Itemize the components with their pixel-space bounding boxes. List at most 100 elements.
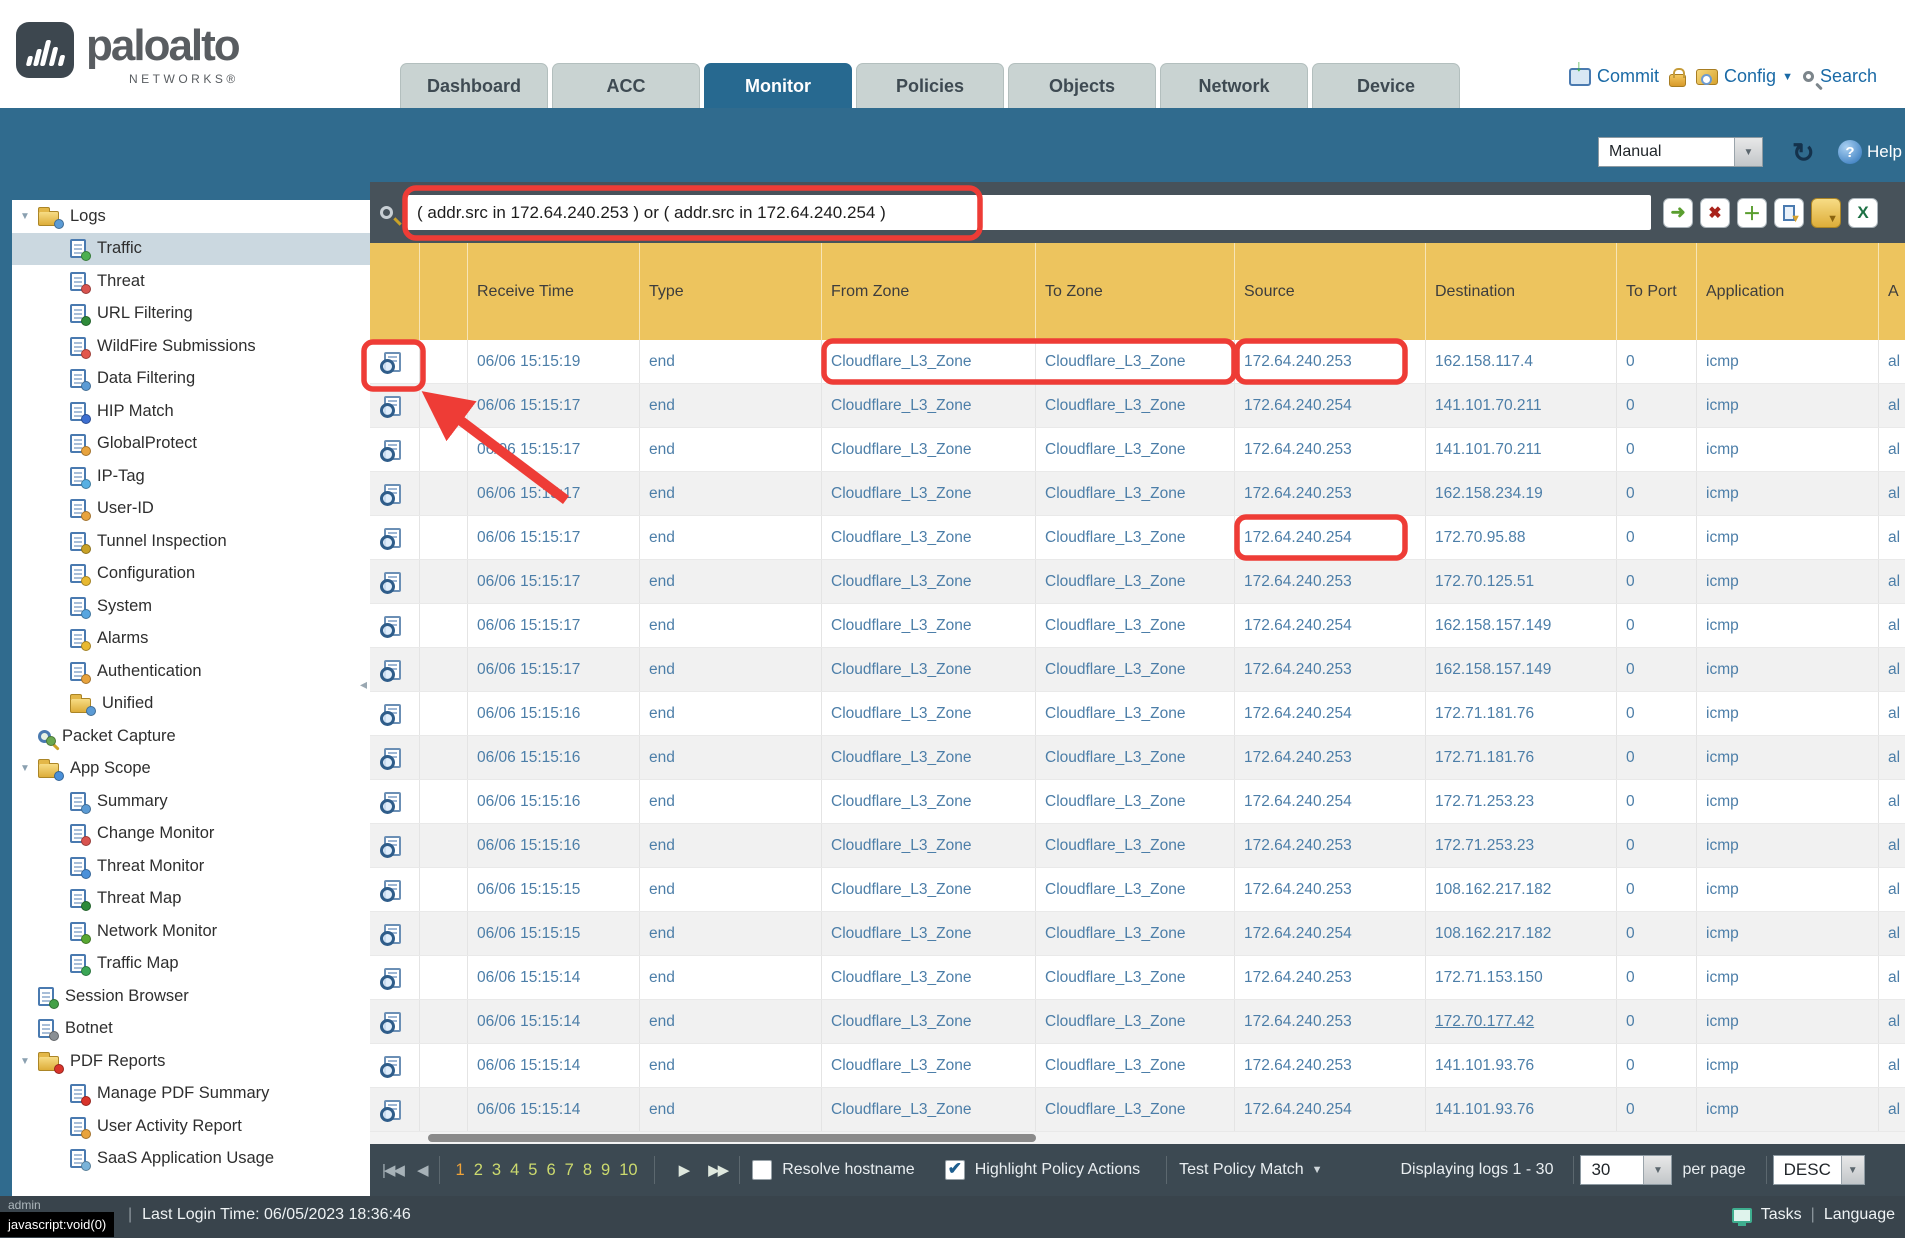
cell-to-zone-value[interactable]: Cloudflare_L3_Zone bbox=[1045, 749, 1185, 767]
cell-source[interactable]: 172.64.240.253 bbox=[1235, 956, 1426, 999]
prev-page-button[interactable]: ◀ bbox=[417, 1161, 427, 1179]
cell-to-zone[interactable]: Cloudflare_L3_Zone bbox=[1036, 736, 1235, 779]
cell-from-zone-value[interactable]: Cloudflare_L3_Zone bbox=[831, 529, 971, 547]
table-row[interactable]: 06/06 15:15:17endCloudflare_L3_ZoneCloud… bbox=[370, 428, 1905, 472]
sidebar-item-authentication[interactable]: Authentication bbox=[12, 655, 370, 688]
log-detail-magnifier-icon[interactable] bbox=[384, 792, 401, 812]
cell-destination[interactable]: 141.101.93.76 bbox=[1426, 1088, 1617, 1131]
tasks-button[interactable]: Tasks bbox=[1761, 1206, 1802, 1224]
cell-destination-value[interactable]: 162.158.117.4 bbox=[1435, 353, 1533, 371]
cell-destination-value[interactable]: 172.70.177.42 bbox=[1435, 1013, 1534, 1031]
tab-policies[interactable]: Policies bbox=[856, 63, 1004, 108]
cell-from-zone-value[interactable]: Cloudflare_L3_Zone bbox=[831, 397, 971, 415]
cell-source[interactable]: 172.64.240.253 bbox=[1235, 1000, 1426, 1043]
sidebar-item-saas-application-usage[interactable]: SaaS Application Usage bbox=[12, 1143, 370, 1176]
table-row[interactable]: 06/06 15:15:16endCloudflare_L3_ZoneCloud… bbox=[370, 736, 1905, 780]
cell-source[interactable]: 172.64.240.254 bbox=[1235, 516, 1426, 559]
cell-to-zone-value[interactable]: Cloudflare_L3_Zone bbox=[1045, 485, 1185, 503]
clear-filter-button[interactable]: ✖ bbox=[1700, 198, 1730, 228]
sidebar-item-manage-pdf-summary[interactable]: Manage PDF Summary bbox=[12, 1078, 370, 1111]
cell-to-zone[interactable]: Cloudflare_L3_Zone bbox=[1036, 560, 1235, 603]
cell-source-value[interactable]: 172.64.240.253 bbox=[1244, 573, 1352, 591]
cell-to-zone[interactable]: Cloudflare_L3_Zone bbox=[1036, 472, 1235, 515]
tab-acc[interactable]: ACC bbox=[552, 63, 700, 108]
cell-from-zone[interactable]: Cloudflare_L3_Zone bbox=[822, 868, 1036, 911]
column-header-source[interactable]: Source bbox=[1235, 243, 1426, 340]
cell-to-zone[interactable]: Cloudflare_L3_Zone bbox=[1036, 1044, 1235, 1087]
cell-destination-value[interactable]: 108.162.217.182 bbox=[1435, 925, 1551, 943]
sidebar-item-summary[interactable]: Summary bbox=[12, 785, 370, 818]
sidebar-item-unified[interactable]: Unified bbox=[12, 688, 370, 721]
cell-destination-value[interactable]: 172.71.253.23 bbox=[1435, 837, 1534, 855]
cell-destination-value[interactable]: 172.71.253.23 bbox=[1435, 793, 1534, 811]
page-number-5[interactable]: 5 bbox=[528, 1161, 537, 1180]
first-page-button[interactable]: |◀◀ bbox=[382, 1161, 403, 1179]
cell-destination-value[interactable]: 141.101.70.211 bbox=[1435, 397, 1542, 415]
tab-monitor[interactable]: Monitor bbox=[704, 63, 852, 108]
cell-from-zone[interactable]: Cloudflare_L3_Zone bbox=[822, 1000, 1036, 1043]
search-button[interactable]: Search bbox=[1803, 66, 1877, 87]
log-detail-magnifier-icon[interactable] bbox=[384, 968, 401, 988]
test-policy-match-button[interactable]: Test Policy Match ▼ bbox=[1179, 1161, 1322, 1179]
cell-from-zone-value[interactable]: Cloudflare_L3_Zone bbox=[831, 705, 971, 723]
sidebar-item-pdf-reports[interactable]: ▼PDF Reports bbox=[12, 1045, 370, 1078]
cell-to-zone[interactable]: Cloudflare_L3_Zone bbox=[1036, 604, 1235, 647]
cell-source[interactable]: 172.64.240.253 bbox=[1235, 648, 1426, 691]
log-detail-magnifier-icon[interactable] bbox=[384, 1100, 401, 1120]
cell-source-value[interactable]: 172.64.240.253 bbox=[1244, 1057, 1352, 1075]
cell-destination[interactable]: 172.71.253.23 bbox=[1426, 780, 1617, 823]
sidebar-item-botnet[interactable]: Botnet bbox=[12, 1013, 370, 1046]
cell-from-zone[interactable]: Cloudflare_L3_Zone bbox=[822, 428, 1036, 471]
log-detail-magnifier-icon[interactable] bbox=[384, 572, 401, 592]
table-row[interactable]: 06/06 15:15:14endCloudflare_L3_ZoneCloud… bbox=[370, 956, 1905, 1000]
column-header-to-zone[interactable]: To Zone bbox=[1036, 243, 1235, 340]
cell-source-value[interactable]: 172.64.240.253 bbox=[1244, 837, 1352, 855]
cell-source-value[interactable]: 172.64.240.254 bbox=[1244, 617, 1352, 635]
cell-source-value[interactable]: 172.64.240.254 bbox=[1244, 529, 1352, 547]
cell-from-zone-value[interactable]: Cloudflare_L3_Zone bbox=[831, 793, 971, 811]
cell-source-value[interactable]: 172.64.240.254 bbox=[1244, 705, 1352, 723]
cell-to-zone-value[interactable]: Cloudflare_L3_Zone bbox=[1045, 793, 1185, 811]
per-page-select[interactable]: 30 ▼ bbox=[1580, 1155, 1672, 1185]
sidebar-item-logs[interactable]: ▼Logs bbox=[12, 200, 370, 233]
sidebar-item-traffic-map[interactable]: Traffic Map bbox=[12, 948, 370, 981]
cell-source[interactable]: 172.64.240.253 bbox=[1235, 340, 1426, 383]
table-row[interactable]: 06/06 15:15:17endCloudflare_L3_ZoneCloud… bbox=[370, 384, 1905, 428]
tab-dashboard[interactable]: Dashboard bbox=[400, 63, 548, 108]
cell-destination-value[interactable]: 141.101.70.211 bbox=[1435, 441, 1542, 459]
column-header-a[interactable]: A bbox=[1879, 243, 1905, 340]
table-row[interactable]: 06/06 15:15:15endCloudflare_L3_ZoneCloud… bbox=[370, 912, 1905, 956]
page-number-7[interactable]: 7 bbox=[565, 1161, 574, 1180]
table-row[interactable]: 06/06 15:15:16endCloudflare_L3_ZoneCloud… bbox=[370, 780, 1905, 824]
cell-destination-value[interactable]: 162.158.157.149 bbox=[1435, 661, 1551, 679]
cell-destination[interactable]: 172.71.153.150 bbox=[1426, 956, 1617, 999]
cell-source[interactable]: 172.64.240.253 bbox=[1235, 428, 1426, 471]
cell-from-zone-value[interactable]: Cloudflare_L3_Zone bbox=[831, 661, 971, 679]
add-filter-button[interactable]: ＋ bbox=[1737, 198, 1767, 228]
cell-source-value[interactable]: 172.64.240.253 bbox=[1244, 353, 1352, 371]
cell-from-zone[interactable]: Cloudflare_L3_Zone bbox=[822, 824, 1036, 867]
cell-source[interactable]: 172.64.240.253 bbox=[1235, 1044, 1426, 1087]
page-number-8[interactable]: 8 bbox=[583, 1161, 592, 1180]
cell-to-zone-value[interactable]: Cloudflare_L3_Zone bbox=[1045, 1013, 1185, 1031]
table-row[interactable]: 06/06 15:15:14endCloudflare_L3_ZoneCloud… bbox=[370, 1088, 1905, 1132]
cell-source-value[interactable]: 172.64.240.253 bbox=[1244, 661, 1352, 679]
cell-from-zone[interactable]: Cloudflare_L3_Zone bbox=[822, 956, 1036, 999]
sidebar-item-change-monitor[interactable]: Change Monitor bbox=[12, 818, 370, 851]
log-detail-magnifier-icon[interactable] bbox=[384, 440, 401, 460]
apply-filter-button[interactable]: ➜ bbox=[1663, 198, 1693, 228]
column-header-to-port[interactable]: To Port bbox=[1617, 243, 1697, 340]
lock-icon[interactable] bbox=[1669, 74, 1686, 87]
cell-to-zone-value[interactable]: Cloudflare_L3_Zone bbox=[1045, 617, 1185, 635]
cell-from-zone-value[interactable]: Cloudflare_L3_Zone bbox=[831, 441, 971, 459]
sidebar-item-traffic[interactable]: Traffic bbox=[12, 233, 370, 266]
cell-destination-value[interactable]: 108.162.217.182 bbox=[1435, 881, 1551, 899]
column-header-from-zone[interactable]: From Zone bbox=[822, 243, 1036, 340]
page-number-3[interactable]: 3 bbox=[492, 1161, 501, 1180]
table-row[interactable]: 06/06 15:15:14endCloudflare_L3_ZoneCloud… bbox=[370, 1044, 1905, 1088]
log-filter-input[interactable] bbox=[405, 195, 1651, 230]
table-row[interactable]: 06/06 15:15:19endCloudflare_L3_ZoneCloud… bbox=[370, 340, 1905, 384]
sidebar-item-wildfire-submissions[interactable]: WildFire Submissions bbox=[12, 330, 370, 363]
sidebar-item-hip-match[interactable]: HIP Match bbox=[12, 395, 370, 428]
sidebar-item-user-id[interactable]: User-ID bbox=[12, 493, 370, 526]
